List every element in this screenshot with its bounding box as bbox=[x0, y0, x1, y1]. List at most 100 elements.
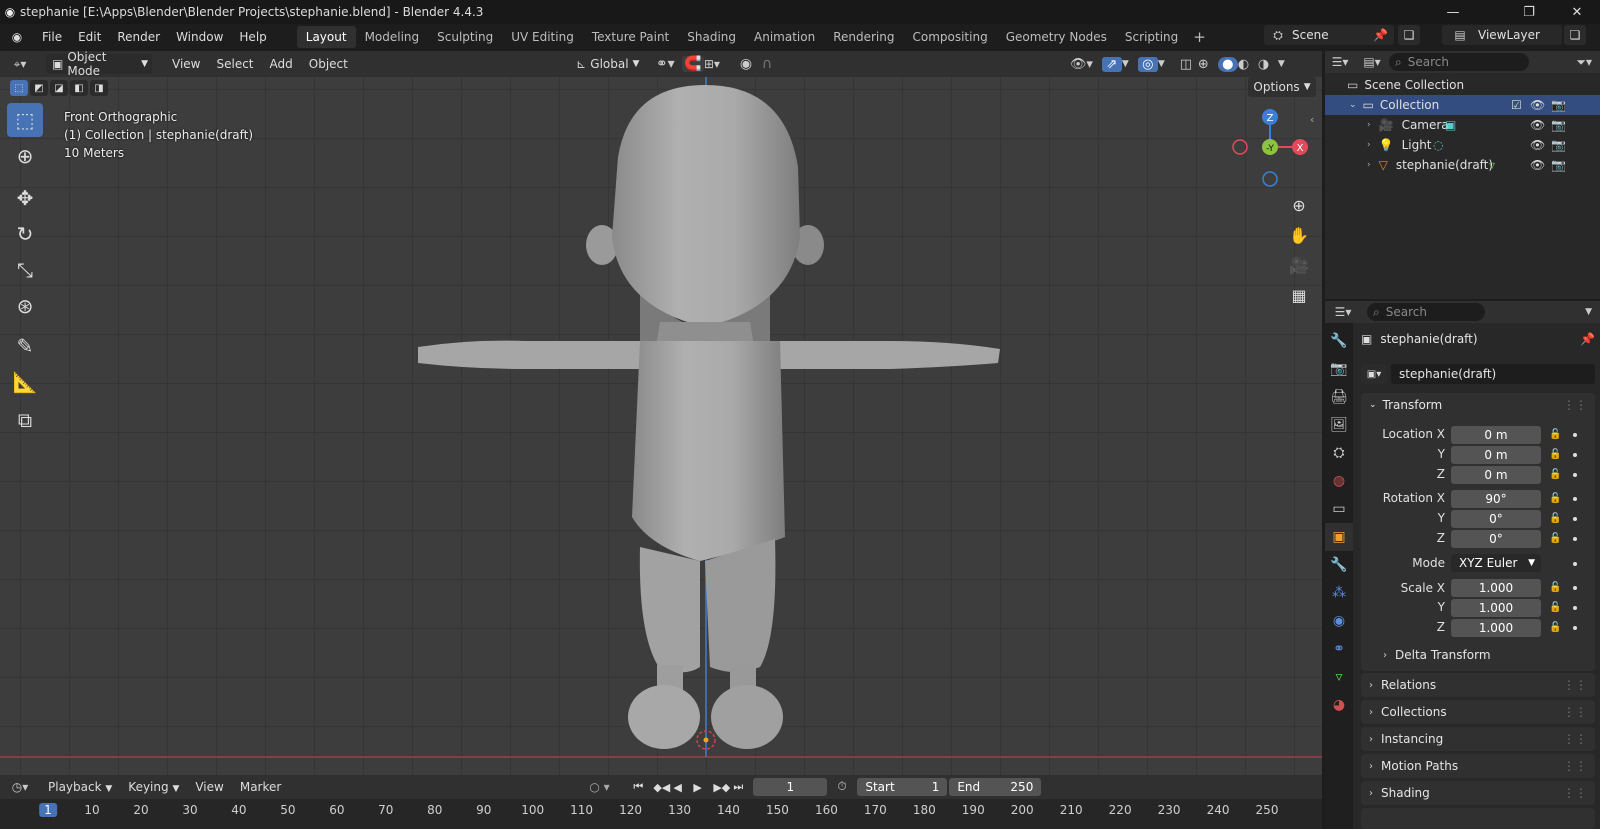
data-tab-icon[interactable]: ▿ bbox=[1325, 663, 1353, 691]
start-frame-field[interactable]: Start 1 bbox=[857, 778, 948, 796]
tab-shading[interactable]: Shading bbox=[678, 26, 745, 48]
collection-row[interactable]: ⌄ ▭ Collection ☑ 👁 📷 bbox=[1325, 95, 1600, 115]
lock-icon[interactable]: 🔓 bbox=[1549, 533, 1561, 544]
chevron-right-icon[interactable]: › bbox=[1367, 120, 1371, 130]
tab-animation[interactable]: Animation bbox=[745, 26, 824, 48]
pin-icon[interactable]: 📌 bbox=[1373, 28, 1388, 42]
lock-icon[interactable]: 🔓 bbox=[1549, 513, 1561, 524]
solid-shading-icon[interactable]: ● bbox=[1217, 56, 1238, 72]
scale-x-field[interactable]: 1.000 bbox=[1451, 579, 1541, 597]
stopwatch-icon[interactable]: ⏱ bbox=[837, 779, 846, 794]
pivot-point-icon[interactable]: ⚭▾ bbox=[656, 56, 682, 72]
rotation-mode-dropdown[interactable]: XYZ Euler ▼ bbox=[1451, 554, 1541, 572]
outliner-item-stephanie[interactable]: › ▽ stephanie(draft) ▿ 👁 📷 bbox=[1325, 155, 1600, 175]
material-tab-icon[interactable]: ◕ bbox=[1325, 691, 1353, 719]
outliner-item-light[interactable]: › 💡 Light ◌ 👁 📷 bbox=[1325, 135, 1600, 155]
current-frame-field[interactable]: 1 bbox=[753, 778, 828, 796]
rotation-z-field[interactable]: 0° bbox=[1451, 530, 1541, 548]
timeline-menu-marker[interactable]: Marker bbox=[232, 776, 289, 798]
exclude-checkbox-icon[interactable]: ☑ bbox=[1511, 98, 1522, 112]
keyframe-dot-icon[interactable] bbox=[1573, 453, 1577, 457]
lock-icon[interactable]: 🔓 bbox=[1549, 602, 1561, 613]
collection-tab-icon[interactable]: ▭ bbox=[1325, 495, 1353, 523]
collections-panel[interactable]: › Collections ⋮⋮ bbox=[1361, 700, 1595, 724]
new-scene-icon[interactable]: ❏ bbox=[1398, 25, 1420, 45]
tool-tab-icon[interactable]: 🔧 bbox=[1325, 327, 1353, 355]
proportional-edit-icon[interactable]: ◉ bbox=[740, 56, 762, 72]
location-z-field[interactable]: 0 m bbox=[1451, 466, 1541, 484]
render-camera-icon[interactable]: 📷 bbox=[1551, 158, 1566, 172]
add-workspace-icon[interactable]: + bbox=[1187, 28, 1212, 46]
outliner-search-input[interactable]: ⌕ Search bbox=[1389, 53, 1529, 71]
viewport-menu-add[interactable]: Add bbox=[262, 53, 301, 75]
pin-icon[interactable]: 📌 bbox=[1580, 332, 1595, 346]
tab-sculpting[interactable]: Sculpting bbox=[428, 26, 502, 48]
properties-editor-icon[interactable]: ☰▾ bbox=[1325, 305, 1361, 319]
drag-handle-icon[interactable]: ⋮⋮ bbox=[1563, 732, 1587, 746]
physics-tab-icon[interactable]: ◉ bbox=[1325, 607, 1353, 635]
delta-transform-subpanel[interactable]: › Delta Transform bbox=[1383, 645, 1491, 665]
render-camera-icon[interactable]: 📷 bbox=[1551, 118, 1566, 132]
view-layer-selector[interactable]: ▤ ViewLayer bbox=[1442, 25, 1562, 45]
viewport-menu-select[interactable]: Select bbox=[208, 53, 261, 75]
render-camera-icon[interactable]: 📷 bbox=[1551, 138, 1566, 152]
motion-paths-panel[interactable]: › Motion Paths ⋮⋮ bbox=[1361, 754, 1595, 778]
output-tab-icon[interactable]: 🖨 bbox=[1325, 383, 1353, 411]
tab-texture-paint[interactable]: Texture Paint bbox=[583, 26, 678, 48]
rotation-x-field[interactable]: 90° bbox=[1451, 490, 1541, 508]
auto-keying-icon[interactable]: ○ ▾ bbox=[589, 780, 625, 794]
timeline-menu-view[interactable]: View bbox=[187, 776, 231, 798]
menu-window[interactable]: Window bbox=[168, 26, 231, 48]
keyframe-dot-icon[interactable] bbox=[1573, 473, 1577, 477]
timeline-menu-keying[interactable]: Keying ▼ bbox=[120, 776, 187, 798]
drag-handle-icon[interactable]: ⋮⋮ bbox=[1563, 786, 1587, 800]
tab-layout[interactable]: Layout bbox=[296, 26, 356, 48]
xray-icon[interactable]: ◫ bbox=[1174, 57, 1198, 72]
location-y-field[interactable]: 0 m bbox=[1451, 446, 1541, 464]
keyframe-dot-icon[interactable] bbox=[1573, 497, 1577, 501]
scene-selector[interactable]: ⛭ Scene 📌 bbox=[1264, 25, 1394, 45]
lock-icon[interactable]: 🔓 bbox=[1549, 429, 1561, 440]
drag-handle-icon[interactable]: ⋮⋮ bbox=[1563, 678, 1587, 692]
transform-orientation-dropdown[interactable]: ⊾ Global ▼ bbox=[570, 54, 646, 74]
timeline-menu-playback[interactable]: Playback ▼ bbox=[40, 776, 120, 798]
end-frame-field[interactable]: End 250 bbox=[949, 778, 1042, 796]
constraints-tab-icon[interactable]: ⚭ bbox=[1325, 635, 1353, 663]
material-shading-icon[interactable]: ◐ bbox=[1238, 57, 1258, 72]
snap-icon[interactable]: 🧲 bbox=[681, 56, 704, 72]
lock-icon[interactable]: 🔓 bbox=[1549, 449, 1561, 460]
editor-type-icon[interactable]: ⌖▾ bbox=[0, 57, 40, 72]
pan-hand-icon[interactable]: ✋ bbox=[1285, 221, 1313, 249]
filter-icon[interactable]: ⏷▾ bbox=[1576, 55, 1592, 70]
chevron-right-icon[interactable]: › bbox=[1367, 140, 1371, 150]
mode-dropdown[interactable]: ▣ Object Mode ▼ bbox=[46, 50, 152, 78]
drag-handle-icon[interactable]: ⋮⋮ bbox=[1563, 705, 1587, 719]
rotation-y-field[interactable]: 0° bbox=[1451, 510, 1541, 528]
eye-icon[interactable]: 👁 bbox=[1530, 158, 1545, 172]
new-view-layer-icon[interactable]: ❏ bbox=[1564, 25, 1586, 45]
blender-menu-icon[interactable]: ◉ bbox=[0, 30, 34, 44]
keyframe-dot-icon[interactable] bbox=[1573, 537, 1577, 541]
location-x-field[interactable]: 0 m bbox=[1451, 426, 1541, 444]
outliner-item-camera[interactable]: › 🎥 Camera ▣ 👁 📷 bbox=[1325, 115, 1600, 135]
play-reverse-icon[interactable]: ◀ bbox=[673, 781, 693, 794]
jump-end-icon[interactable]: ⏭ bbox=[733, 780, 753, 794]
keyframe-dot-icon[interactable] bbox=[1573, 517, 1577, 521]
scene-collection-row[interactable]: ▭ Scene Collection bbox=[1325, 75, 1600, 95]
maximize-icon[interactable]: ❐ bbox=[1506, 0, 1552, 24]
eye-icon[interactable]: 👁 bbox=[1530, 98, 1545, 112]
viewport-menu-view[interactable]: View bbox=[164, 53, 208, 75]
modifier-tab-icon[interactable]: 🔧 bbox=[1325, 551, 1353, 579]
tab-modeling[interactable]: Modeling bbox=[356, 26, 429, 48]
instancing-panel[interactable]: › Instancing ⋮⋮ bbox=[1361, 727, 1595, 751]
particles-tab-icon[interactable]: ⁂ bbox=[1325, 579, 1353, 607]
scale-y-field[interactable]: 1.000 bbox=[1451, 599, 1541, 617]
timeline-editor-icon[interactable]: ◷▾ bbox=[0, 780, 40, 794]
world-tab-icon[interactable]: ◍ bbox=[1325, 467, 1353, 495]
character-model[interactable] bbox=[0, 77, 1322, 775]
relations-panel[interactable]: › Relations ⋮⋮ bbox=[1361, 673, 1595, 697]
keyframe-dot-icon[interactable] bbox=[1573, 626, 1577, 630]
minimize-icon[interactable]: — bbox=[1430, 0, 1476, 24]
tab-scripting[interactable]: Scripting bbox=[1116, 26, 1187, 48]
chevron-down-icon[interactable]: ⌄ bbox=[1349, 100, 1357, 110]
